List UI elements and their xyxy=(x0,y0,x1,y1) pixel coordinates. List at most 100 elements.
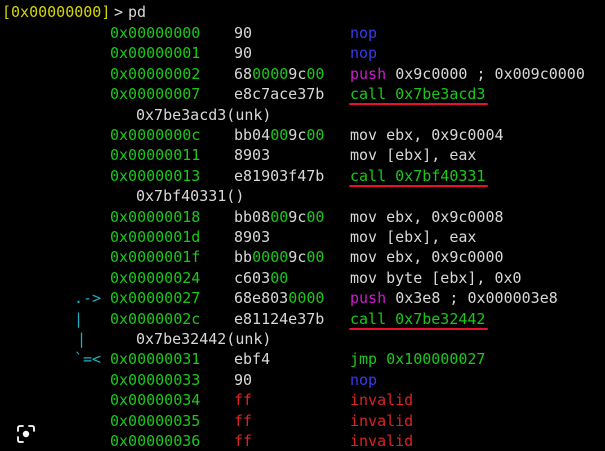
instruction-bytes: bb08 xyxy=(234,207,271,226)
instruction-bytes: 00 xyxy=(270,64,289,83)
instruction-text: 0x3e8 ; 0x000003e8 xyxy=(386,289,558,308)
instruction-text: invalid xyxy=(350,411,414,430)
instruction-bytes: ff xyxy=(234,391,253,410)
instruction-text: jmp 0x100000027 xyxy=(350,350,486,369)
comment-line: | 0x7be32442(unk) xyxy=(0,329,605,349)
instruction-text: mov [ebx], eax xyxy=(350,146,477,165)
instruction-bytes: 00 xyxy=(306,126,325,144)
instruction-row: 0x0000001f bb 00 00 9c 00 mov ebx, 0x9c0000 xyxy=(0,247,605,267)
lens-scan-button[interactable] xyxy=(16,424,36,444)
instruction-bytes: 68e803 xyxy=(234,289,289,308)
instruction-bytes: 90 xyxy=(234,370,253,389)
instruction-address: 0x00000011 xyxy=(110,146,201,165)
instruction-row: 0x00000035 ff invalid xyxy=(0,411,605,431)
instruction-address: 0x00000034 xyxy=(110,391,201,410)
instruction-bytes: ff xyxy=(234,411,253,430)
instruction-row: 0x00000011 8903 mov [ebx], eax xyxy=(0,145,605,165)
instruction-bytes: bb xyxy=(234,248,253,267)
flow-marker: .-> xyxy=(74,289,102,308)
instruction-bytes: e81903f47b xyxy=(234,166,325,185)
instruction-text: mov ebx, 0x9c0004 xyxy=(350,126,504,144)
instruction-bytes: 00 xyxy=(270,207,289,226)
instruction-row: 0x00000013 e81903f47b call 0x7bf40331 xyxy=(0,166,605,187)
instruction-text: nop xyxy=(350,24,378,42)
instruction-bytes: 9c xyxy=(288,126,307,144)
instruction-text: mov ebx, 0x9c0000 xyxy=(350,248,504,267)
instruction-text: mov byte [ebx], 0x0 xyxy=(350,268,522,287)
call-target-comment: 0x7bf40331() xyxy=(136,187,245,206)
prompt-line: [0x00000000] > pd xyxy=(0,2,605,22)
instruction-row: | 0x0000002c e81124e37b call 0x7be32442 xyxy=(0,309,605,330)
instruction-row: 0x00000024 c603 00 mov byte [ebx], 0x0 xyxy=(0,268,605,288)
prompt-address: [0x00000000] xyxy=(2,3,111,21)
instruction-bytes: 9c xyxy=(288,207,307,226)
instruction-row: 0x00000033 90 nop xyxy=(0,370,605,390)
instruction-address: 0x00000002 xyxy=(110,64,201,83)
instruction-row: 0x00000036 ff invalid xyxy=(0,431,605,451)
instruction-bytes: 9c xyxy=(288,248,307,267)
instruction-address: 0x0000000c xyxy=(110,126,201,144)
instruction-address: 0x0000002c xyxy=(110,309,201,328)
instruction-text: invalid xyxy=(350,432,414,450)
instruction-row: 0x00000034 ff invalid xyxy=(0,390,605,410)
instruction-row: 0x00000007 e8c7ace37b call 0x7be3acd3 xyxy=(0,84,605,106)
comment-line: 0x7bf40331() xyxy=(0,186,605,206)
instruction-text: call 0x7be32442 xyxy=(350,309,486,328)
instruction-text: nop xyxy=(350,370,378,389)
instruction-address: 0x0000001f xyxy=(110,248,201,267)
instruction-bytes: 00 xyxy=(252,248,271,267)
instruction-address: 0x00000007 xyxy=(110,85,201,104)
instruction-address: 0x00000001 xyxy=(110,44,201,63)
instruction-bytes: e81124e37b xyxy=(234,309,325,328)
instruction-bytes: 00 xyxy=(306,207,325,226)
instruction-bytes: 0000 xyxy=(288,289,325,308)
instruction-text: call 0x7bf40331 xyxy=(350,166,486,185)
instruction-address: 0x00000036 xyxy=(110,432,201,450)
instruction-bytes: 00 xyxy=(306,248,325,267)
call-target-comment: 0x7be32442(unk) xyxy=(136,330,272,348)
instruction-row: 0x00000000 90 nop xyxy=(0,23,605,43)
instruction-row: 0x0000000c bb04 00 9c 00 mov ebx, 0x9c0004 xyxy=(0,125,605,145)
instruction-text: mov ebx, 0x9c0008 xyxy=(350,207,504,226)
call-target-comment: 0x7be3acd3(unk) xyxy=(136,105,272,124)
instruction-bytes: 8903 xyxy=(234,146,271,165)
instruction-address: 0x00000000 xyxy=(110,24,201,42)
instruction-text: invalid xyxy=(350,391,414,410)
instruction-bytes: 90 xyxy=(234,44,253,63)
instruction-row: `=< 0x00000031 ebf4 jmp 0x100000027 xyxy=(0,349,605,369)
instruction-address: 0x00000013 xyxy=(110,166,201,185)
instruction-address: 0x00000035 xyxy=(110,411,201,430)
prompt-arrow: > xyxy=(114,3,124,21)
comment-line: 0x7be3acd3(unk) xyxy=(0,105,605,125)
flow-marker: | xyxy=(74,309,84,328)
flow-marker: | xyxy=(77,330,87,348)
lens-scan-icon xyxy=(17,425,35,443)
instruction-bytes: bb04 xyxy=(234,126,271,144)
instruction-address: 0x00000033 xyxy=(110,370,201,389)
instruction-bytes: 00 xyxy=(270,248,289,267)
instruction-bytes: 9c xyxy=(288,64,307,83)
instruction-text: call 0x7be3acd3 xyxy=(350,85,486,104)
instruction-bytes: 90 xyxy=(234,24,253,42)
terminal-output: [0x00000000] > pd 0x00000000 90 nop 0x00000… xyxy=(0,0,605,451)
instruction-text: mov [ebx], eax xyxy=(350,228,477,246)
instruction-bytes: 00 xyxy=(306,64,325,83)
instruction-address: 0x00000031 xyxy=(110,350,201,369)
instruction-row: 0x00000002 68 00 00 9c 00 push 0x9c0000 ; 0x00… xyxy=(0,64,605,84)
instruction-bytes: 00 xyxy=(270,126,289,144)
instruction-address: 0x00000018 xyxy=(110,207,201,226)
prompt-command[interactable]: pd xyxy=(128,2,146,22)
instruction-row: 0x00000001 90 nop xyxy=(0,43,605,63)
instruction-address: 0x00000027 xyxy=(110,289,201,308)
instruction-bytes: c603 xyxy=(234,268,271,287)
instruction-bytes: 00 xyxy=(252,64,271,83)
flow-marker: `=< xyxy=(74,350,102,369)
instruction-address: 0x00000024 xyxy=(110,268,201,287)
instruction-row: 0x0000001d 8903 mov [ebx], eax xyxy=(0,227,605,247)
instruction-bytes: ff xyxy=(234,432,253,450)
instruction-text: 0x9c0000 ; 0x009c0000 xyxy=(386,64,585,83)
instruction-bytes: 8903 xyxy=(234,228,271,246)
instruction-address: 0x0000001d xyxy=(110,228,201,246)
instruction-text: push xyxy=(350,64,387,83)
instruction-bytes: 00 xyxy=(270,268,289,287)
